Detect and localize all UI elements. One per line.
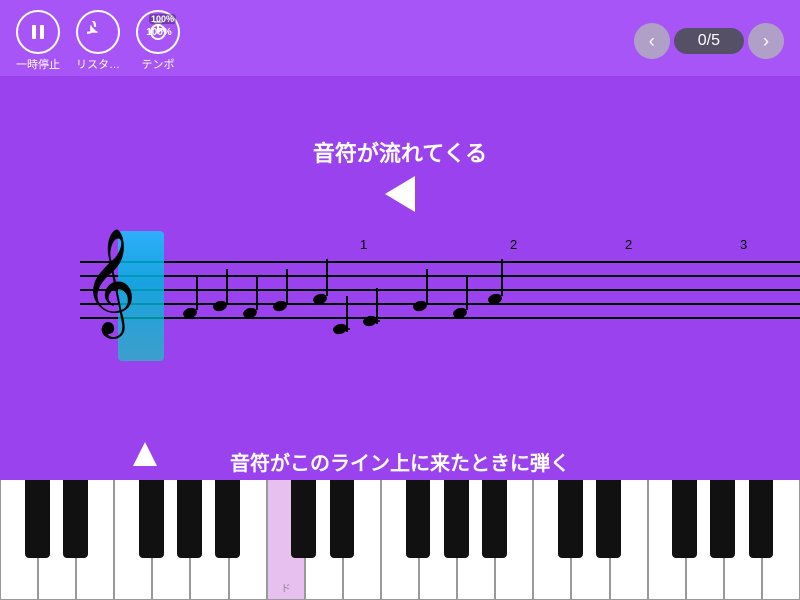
nav-prev-button[interactable]: ‹	[634, 23, 670, 59]
nav-next-button[interactable]: ›	[748, 23, 784, 59]
white-key-13[interactable]	[457, 480, 495, 600]
tempo-icon: 100% 100%	[136, 10, 180, 54]
white-key-12[interactable]	[419, 480, 457, 600]
flow-arrow	[385, 176, 415, 212]
white-key-5[interactable]	[152, 480, 190, 600]
staff-container: 𝄞 1 2 2 3	[0, 231, 800, 361]
white-key-17[interactable]	[610, 480, 648, 600]
white-key-20[interactable]	[724, 480, 762, 600]
restart-icon	[76, 10, 120, 54]
beat-2b: 2	[625, 237, 632, 252]
white-key-do[interactable]: ド	[267, 480, 305, 600]
white-key-6[interactable]	[190, 480, 228, 600]
white-key-11[interactable]	[381, 480, 419, 600]
piano-keyboard[interactable]: ド	[0, 480, 800, 600]
flow-text: 音符が流れてくる	[313, 136, 487, 168]
white-key-10[interactable]	[343, 480, 381, 600]
pause-label: 一時停止	[16, 56, 60, 72]
tempo-label: テンポ	[142, 56, 175, 72]
tempo-value: 100%	[146, 27, 172, 38]
white-keys: ド	[0, 480, 800, 600]
nav-bar: ‹ 0/5 ›	[634, 23, 784, 59]
white-key-4[interactable]	[114, 480, 152, 600]
staff-lines: 1 2 2 3	[80, 261, 800, 321]
flow-annotation: 音符が流れてくる	[0, 136, 800, 218]
white-key-2[interactable]	[38, 480, 76, 600]
white-key-21[interactable]	[762, 480, 800, 600]
do-label: ド	[281, 580, 291, 595]
white-key-1[interactable]	[0, 480, 38, 600]
white-key-3[interactable]	[76, 480, 114, 600]
nav-next-icon: ›	[763, 31, 769, 52]
bottom-text: 音符がこのライン上に来たときに弾く	[230, 447, 570, 476]
arrow-head-icon	[385, 176, 415, 212]
nav-prev-icon: ‹	[649, 31, 655, 52]
treble-clef-icon: 𝄞	[82, 235, 136, 327]
bottom-annotation: 音符がこのライン上に来たときに弾く	[0, 447, 800, 476]
main-area: 音符が流れてくる 𝄞 1 2 2 3	[0, 76, 800, 516]
white-key-16[interactable]	[571, 480, 609, 600]
pause-icon	[16, 10, 60, 54]
white-key-9[interactable]	[305, 480, 343, 600]
music-notes-svg	[130, 241, 530, 341]
beat-3: 3	[740, 237, 747, 252]
restart-label: リスタ…	[76, 56, 120, 72]
up-arrow-icon	[133, 442, 157, 466]
nav-counter: 0/5	[674, 28, 744, 54]
white-key-15[interactable]	[533, 480, 571, 600]
toolbar-left: 一時停止 リスタ… 100% 100% テ	[16, 10, 180, 72]
white-key-7[interactable]	[229, 480, 267, 600]
restart-button[interactable]: リスタ…	[76, 10, 120, 72]
white-key-19[interactable]	[686, 480, 724, 600]
playhead-arrow	[133, 442, 157, 466]
toolbar: 一時停止 リスタ… 100% 100% テ	[0, 0, 800, 76]
white-key-18[interactable]	[648, 480, 686, 600]
tempo-button[interactable]: 100% 100% テンポ	[136, 10, 180, 72]
white-key-14[interactable]	[495, 480, 533, 600]
pause-button[interactable]: 一時停止	[16, 10, 60, 72]
